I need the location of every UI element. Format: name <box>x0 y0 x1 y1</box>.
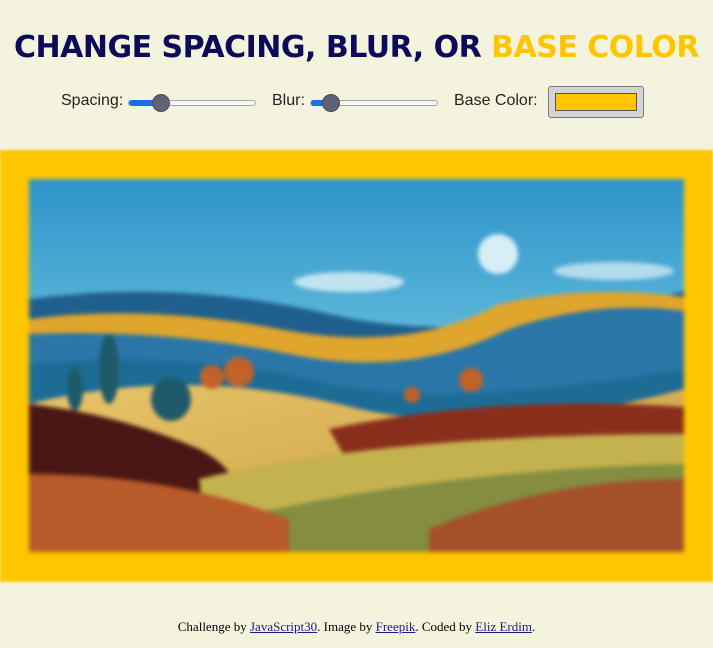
base-color-picker[interactable] <box>548 86 644 118</box>
footer-mid-2: . Coded by <box>415 619 476 634</box>
author-link[interactable]: Eliz Erdim <box>475 619 532 634</box>
base-color-label: Base Color: <box>454 92 538 109</box>
landscape-illustration <box>29 179 684 552</box>
controls-bar: Spacing: Blur: Base Color: <box>0 86 713 118</box>
blur-slider-thumb[interactable] <box>322 94 340 112</box>
base-color-swatch <box>555 93 637 111</box>
landscape-image <box>29 179 684 552</box>
title-highlight: BASE COLOR <box>491 30 699 65</box>
freepik-link[interactable]: Freepik <box>376 619 416 634</box>
footer-mid-1: . Image by <box>317 619 376 634</box>
footer: Challenge by JavaScript30. Image by Free… <box>0 619 713 635</box>
spacing-slider[interactable] <box>128 94 256 112</box>
spacing-slider-thumb[interactable] <box>152 94 170 112</box>
page-title: CHANGE SPACING, BLUR, OR BASE COLOR <box>0 30 713 65</box>
footer-suffix: . <box>531 619 536 634</box>
footer-prefix: Challenge by <box>177 619 250 634</box>
blur-slider[interactable] <box>310 94 438 112</box>
javascript30-link[interactable]: JavaScript30 <box>250 619 317 634</box>
title-main: CHANGE SPACING, BLUR, OR <box>14 30 492 65</box>
blur-label: Blur: <box>272 92 305 109</box>
spacing-label: Spacing: <box>61 92 124 109</box>
